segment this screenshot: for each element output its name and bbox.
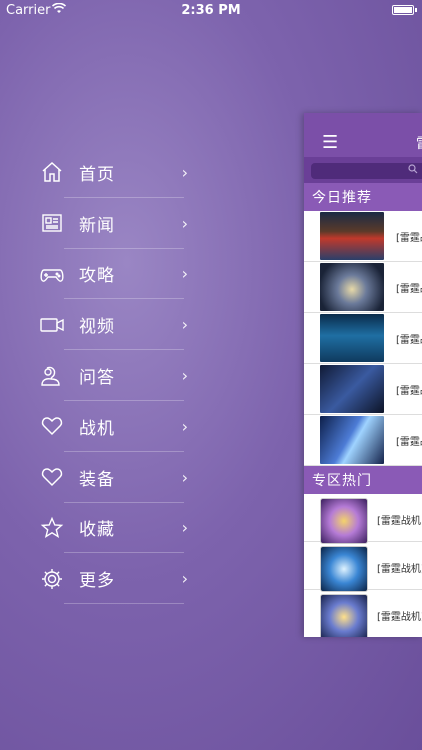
side-menu: 首页 › 新闻 › 攻略 › 视频 › 问答 › 战机 › 装备 › 收藏 › … [38,147,188,604]
battery-icon [392,5,417,15]
menu-item-more[interactable]: 更多 › [38,553,188,604]
game-icon-thumbnail [320,546,368,592]
list-item[interactable]: [雷霆战机] [304,542,422,592]
list-item[interactable]: [雷霆战机] [304,590,422,637]
search-icon [408,164,418,177]
list-item[interactable]: [雷霆战 [304,211,422,262]
menu-item-guides[interactable]: 攻略 › [38,249,188,300]
menu-item-video[interactable]: 视频 › [38,299,188,350]
section-header-hot: 专区热门 [304,466,422,494]
list-item-title: [雷霆战 [396,437,422,448]
list-item-title: [雷霆战机 [377,516,421,527]
status-bar: Carrier 2:36 PM [0,0,422,22]
menu-item-fighters[interactable]: 战机 › [38,401,188,452]
game-thumbnail [320,416,384,464]
person-question-icon [38,362,66,390]
chevron-right-icon: › [181,213,188,233]
menu-item-home[interactable]: 首页 › [38,147,188,198]
search-bar [304,157,422,183]
chevron-right-icon: › [181,315,188,335]
menu-label: 战机 [79,418,115,439]
clock: 2:36 PM [181,3,241,18]
search-input[interactable] [311,163,422,179]
chevron-right-icon: › [181,264,188,284]
game-thumbnail [320,212,384,260]
menu-label: 问答 [79,368,115,389]
gear-icon [38,565,66,593]
menu-item-equipment[interactable]: 装备 › [38,452,188,503]
list-item[interactable]: [雷霆战机 [304,494,422,544]
list-item-title: [雷霆战 [396,284,422,295]
newspaper-icon [38,209,66,237]
list-item-title: [雷霆战 [396,233,422,244]
hot-list: [雷霆战机 [雷霆战机] [雷霆战机] [304,494,422,637]
game-icon-thumbnail [320,594,368,637]
menu-label: 更多 [79,571,115,592]
list-item-title: [雷霆战机] [377,612,422,623]
home-icon [38,158,66,186]
today-list: [雷霆战 [雷霆战 [雷霆战 [雷霆战 [雷霆战 [304,211,422,466]
nav-title: 雷 [416,133,422,153]
section-header-today: 今日推荐 [304,183,422,211]
menu-label: 攻略 [79,266,115,287]
hamburger-menu-icon[interactable]: ☰ [322,132,338,153]
list-item[interactable]: [雷霆战 [304,415,422,466]
star-icon [38,514,66,542]
heart-icon [38,463,66,491]
gamepad-icon [38,260,66,288]
chevron-right-icon: › [181,416,188,436]
menu-label: 装备 [79,469,115,490]
video-camera-icon [38,311,66,339]
chevron-right-icon: › [181,518,188,538]
chevron-right-icon: › [181,162,188,182]
menu-label: 新闻 [79,215,115,236]
menu-label: 首页 [79,164,115,185]
game-icon-thumbnail [320,498,368,544]
list-item-title: [雷霆战 [396,335,422,346]
chevron-right-icon: › [181,366,188,386]
list-item[interactable]: [雷霆战 [304,262,422,313]
chevron-right-icon: › [181,467,188,487]
list-item[interactable]: [雷霆战 [304,364,422,415]
list-item-title: [雷霆战机] [377,564,422,575]
game-thumbnail [320,314,384,362]
menu-item-favorites[interactable]: 收藏 › [38,503,188,554]
menu-item-qa[interactable]: 问答 › [38,350,188,401]
menu-label: 收藏 [79,520,115,541]
heart-icon [38,412,66,440]
content-panel[interactable]: ☰ 雷 今日推荐 [雷霆战 [雷霆战 [雷霆战 [雷霆战 [雷霆战 [304,113,422,637]
menu-label: 视频 [79,317,115,338]
menu-item-news[interactable]: 新闻 › [38,198,188,249]
chevron-right-icon: › [181,569,188,589]
list-item-title: [雷霆战 [396,386,422,397]
game-thumbnail [320,263,384,311]
list-item[interactable]: [雷霆战 [304,313,422,364]
game-thumbnail [320,365,384,413]
